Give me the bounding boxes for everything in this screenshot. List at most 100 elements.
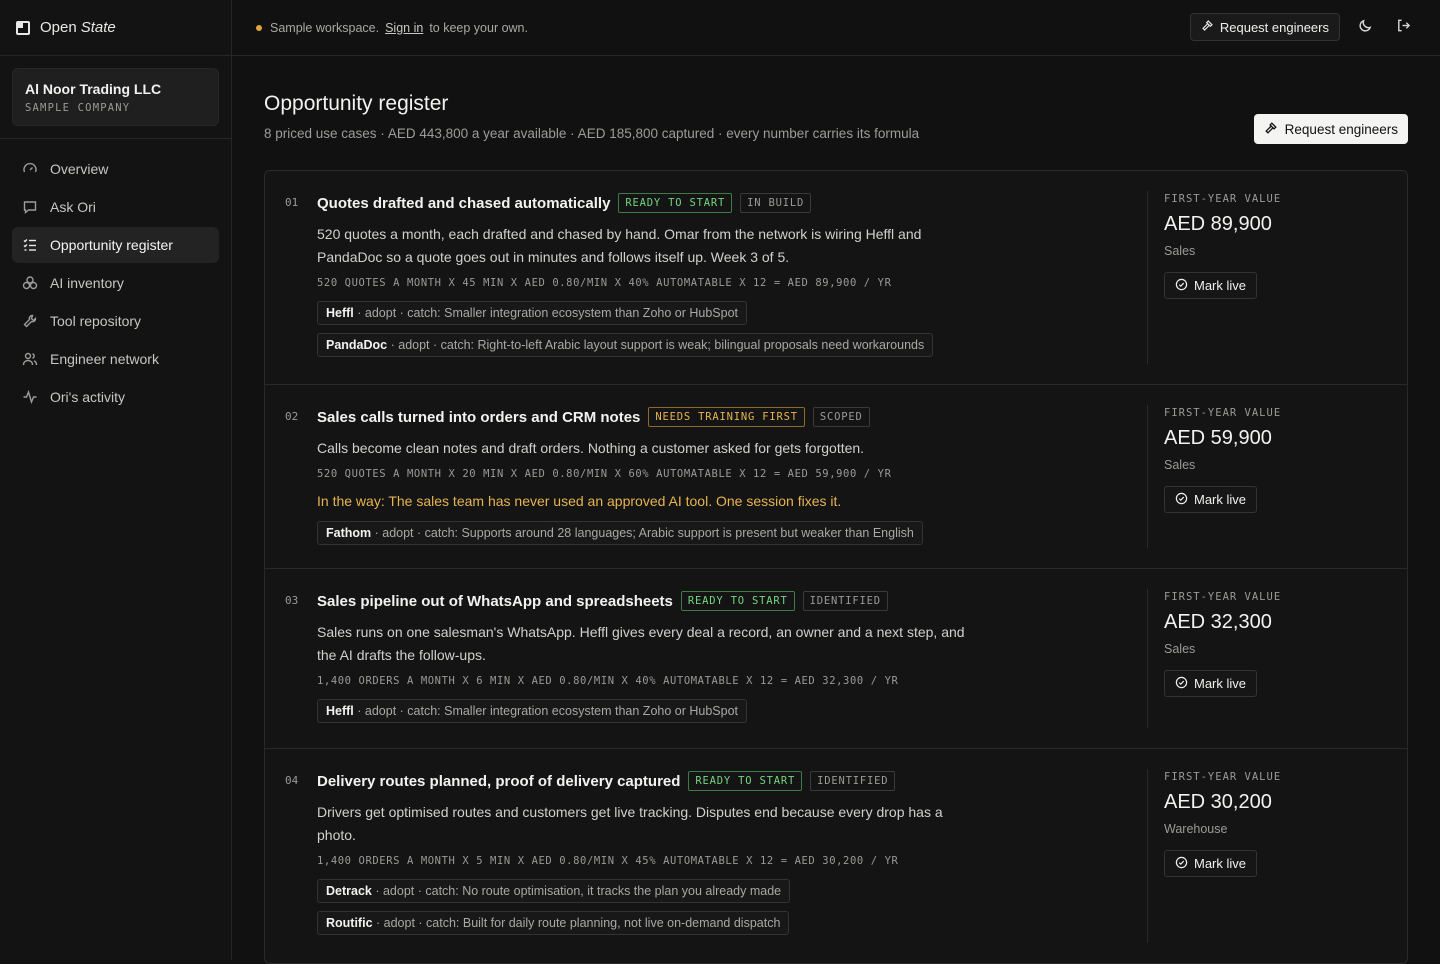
activity-icon: [22, 389, 38, 405]
tool-name: Routific: [326, 916, 373, 930]
check-circle-icon: [1175, 278, 1188, 294]
opportunity-description: 520 quotes a month, each drafted and cha…: [317, 226, 922, 265]
workspace-notice: Sample workspace.: [270, 20, 380, 35]
mark-live-button[interactable]: Mark live: [1164, 486, 1258, 513]
tool-note: · adopt · catch: Supports around 28 lang…: [371, 526, 914, 540]
sidebar-item-engineer-network[interactable]: Engineer network: [12, 341, 219, 377]
logout-button[interactable]: [1390, 14, 1416, 40]
opportunity-title[interactable]: Delivery routes planned, proof of delive…: [317, 773, 680, 790]
workspace-notice-suffix: to keep your own.: [429, 20, 528, 35]
tool-name: Detrack: [326, 884, 372, 898]
mark-live-label: Mark live: [1194, 278, 1247, 293]
value-formula: 1,400 ORDERS A MONTH X 5 MIN X AED 0.80/…: [317, 855, 899, 867]
value-amount: AED 59,900: [1164, 427, 1272, 449]
company-sub: SAMPLE COMPANY: [25, 102, 131, 114]
brand-name: Open: [40, 19, 77, 36]
topbar: Sample workspace. Sign in to keep your o…: [232, 0, 1440, 56]
mark-live-label: Mark live: [1194, 856, 1247, 871]
opportunity-list: 01 Quotes drafted and chased automatical…: [264, 170, 1408, 964]
tool-chip[interactable]: Detrack · adopt · catch: No route optimi…: [317, 879, 791, 903]
opportunity-row: 02 Sales calls turned into orders and CR…: [265, 385, 1407, 569]
tool-name: Heffl: [326, 306, 354, 320]
mark-live-button[interactable]: Mark live: [1164, 850, 1258, 877]
logout-icon: [1396, 18, 1411, 36]
mark-live-label: Mark live: [1194, 492, 1247, 507]
department: Warehouse: [1164, 822, 1228, 836]
status-badge: READY TO START: [688, 771, 803, 791]
opportunity-row: 03 Sales pipeline out of WhatsApp and sp…: [265, 569, 1407, 749]
request-engineers-label: Request engineers: [1219, 19, 1329, 35]
theme-toggle-button[interactable]: [1352, 14, 1378, 40]
opportunity-title[interactable]: Sales calls turned into orders and CRM n…: [317, 409, 640, 426]
status-dot: [256, 24, 262, 31]
tool-chip[interactable]: Heffl · adopt · catch: Smaller integrati…: [317, 699, 748, 723]
value-label: FIRST-YEAR VALUE: [1164, 771, 1282, 783]
sidebar-item-tool-repository[interactable]: Tool repository: [12, 303, 219, 339]
cubes-icon: [22, 275, 38, 291]
company-name: Al Noor Trading LLC: [25, 81, 162, 97]
tool-name: Heffl: [326, 704, 354, 718]
tool-list: Heffl · adopt · catch: Smaller integrati…: [317, 301, 1137, 357]
value-panel: FIRST-YEAR VALUE AED 32,300 Sales Mark l…: [1147, 589, 1281, 728]
opportunity-title[interactable]: Sales pipeline out of WhatsApp and sprea…: [317, 593, 673, 610]
tool-chip[interactable]: Heffl · adopt · catch: Smaller integrati…: [317, 301, 748, 325]
check-circle-icon: [1175, 676, 1188, 692]
sidebar-item-label: AI inventory: [50, 275, 124, 291]
row-number: 01: [285, 196, 299, 209]
tool-list: Heffl · adopt · catch: Smaller integrati…: [317, 699, 1137, 723]
brand[interactable]: Open State: [0, 0, 231, 56]
sidebar-item-label: Ask Ori: [50, 199, 96, 215]
logo-icon: [16, 20, 30, 35]
stage-badge: IN BUILD: [740, 193, 812, 213]
mark-live-button[interactable]: Mark live: [1164, 670, 1258, 697]
users-icon: [22, 351, 38, 367]
company-switcher[interactable]: Al Noor Trading LLC SAMPLE COMPANY: [12, 68, 219, 126]
tool-chip[interactable]: Routific · adopt · catch: Built for dail…: [317, 911, 790, 935]
department: Sales: [1164, 458, 1196, 472]
sidebar-item-label: Opportunity register: [50, 237, 173, 253]
tool-name: Fathom: [326, 526, 372, 540]
tool-note: · adopt · catch: Smaller integration eco…: [353, 704, 739, 718]
tool-chip[interactable]: PandaDoc · adopt · catch: Right-to-left …: [317, 333, 934, 357]
check-circle-icon: [1175, 492, 1188, 508]
gauge-icon: [22, 161, 38, 177]
opportunity-row: 01 Quotes drafted and chased automatical…: [265, 171, 1407, 385]
chat-icon: [22, 199, 38, 215]
sidebar-item-oris-activity[interactable]: Ori's activity: [12, 379, 219, 415]
sidebar-item-ask-ori[interactable]: Ask Ori: [12, 189, 219, 225]
brand-name-italic: State: [80, 19, 116, 36]
tool-note: · adopt · catch: Built for daily route p…: [372, 916, 781, 930]
sidebar-item-ai-inventory[interactable]: AI inventory: [12, 265, 219, 301]
wrench-icon: [22, 313, 38, 329]
sidebar-item-opportunity-register[interactable]: Opportunity register: [12, 227, 219, 263]
value-label: FIRST-YEAR VALUE: [1164, 407, 1282, 419]
check-circle-icon: [1175, 856, 1188, 872]
tool-name: PandaDoc: [326, 338, 388, 352]
opportunity-row: 04 Delivery routes planned, proof of del…: [265, 749, 1407, 963]
page-title: Opportunity register: [264, 92, 449, 115]
sidebar-nav: Overview Ask Ori Opportunity register AI…: [0, 151, 231, 415]
value-panel: FIRST-YEAR VALUE AED 30,200 Warehouse Ma…: [1147, 769, 1281, 943]
opportunity-title[interactable]: Quotes drafted and chased automatically: [317, 195, 610, 212]
value-label: FIRST-YEAR VALUE: [1164, 591, 1282, 603]
sign-in-link[interactable]: Sign in: [385, 21, 423, 35]
value-panel: FIRST-YEAR VALUE AED 89,900 Sales Mark l…: [1147, 191, 1281, 364]
row-number: 04: [285, 774, 299, 787]
request-engineers-primary-button[interactable]: Request engineers: [1253, 114, 1408, 144]
opportunity-description: Sales runs on one salesman's WhatsApp. H…: [317, 624, 965, 663]
stage-badge: SCOPED: [812, 407, 870, 427]
request-engineers-button[interactable]: Request engineers: [1189, 13, 1340, 41]
value-panel: FIRST-YEAR VALUE AED 59,900 Sales Mark l…: [1147, 405, 1281, 548]
tool-chip[interactable]: Fathom · adopt · catch: Supports around …: [317, 521, 923, 545]
mark-live-label: Mark live: [1194, 676, 1247, 691]
value-amount: AED 32,300: [1164, 611, 1272, 633]
mark-live-button[interactable]: Mark live: [1164, 272, 1258, 299]
value-amount: AED 89,900: [1164, 213, 1272, 235]
value-formula: 520 QUOTES A MONTH X 20 MIN X AED 0.80/M…: [317, 468, 892, 480]
sidebar-item-overview[interactable]: Overview: [12, 151, 219, 187]
tool-note: · adopt · catch: Right-to-left Arabic la…: [387, 338, 925, 352]
opportunity-description: Drivers get optimised routes and custome…: [317, 804, 943, 843]
moon-icon: [1358, 18, 1373, 36]
status-badge: NEEDS TRAINING FIRST: [648, 407, 805, 427]
status-badge: READY TO START: [680, 591, 795, 611]
